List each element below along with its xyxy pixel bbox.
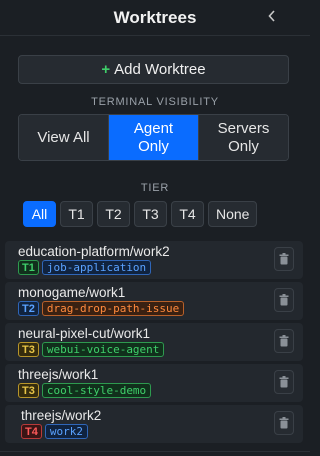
- tier-filter: All T1 T2 T3 T4 None: [23, 201, 258, 227]
- delete-worktree-button[interactable]: [274, 370, 294, 394]
- add-worktree-label: Add Worktree: [114, 61, 206, 78]
- worktree-name: monogame/work1: [18, 285, 126, 300]
- delete-worktree-button[interactable]: [274, 247, 294, 271]
- trash-icon: [279, 417, 289, 429]
- worktree-item[interactable]: neural-pixel-cut/work1 T3 webui-voice-ag…: [5, 323, 303, 361]
- worktree-item[interactable]: threejs/work1 T3 cool-style-demo: [5, 364, 303, 402]
- delete-worktree-button[interactable]: [274, 411, 294, 435]
- branch-badge: job-application: [41, 260, 152, 275]
- tier-t1-button[interactable]: T1: [60, 201, 93, 227]
- delete-worktree-button[interactable]: [274, 329, 294, 353]
- divider: [0, 451, 310, 452]
- worktree-item[interactable]: education-platform/work2 T1 job-applicat…: [5, 241, 303, 279]
- branch-badge: drag-drop-path-issue: [41, 301, 185, 316]
- sidebar-header: Worktrees: [0, 0, 310, 36]
- worktree-item[interactable]: monogame/work1 T2 drag-drop-path-issue: [5, 282, 303, 320]
- worktree-name: threejs/work2: [21, 408, 102, 423]
- terminal-visibility-toggle: View All Agent Only Servers Only: [18, 114, 289, 161]
- servers-only-button[interactable]: Servers Only: [199, 115, 288, 160]
- worktree-list: education-platform/work2 T1 job-applicat…: [5, 241, 303, 446]
- add-worktree-button[interactable]: + Add Worktree: [18, 55, 289, 84]
- tier-t3-button[interactable]: T3: [134, 201, 167, 227]
- collapse-button[interactable]: [264, 6, 280, 26]
- trash-icon: [279, 376, 289, 388]
- page-title: Worktrees: [113, 7, 197, 27]
- branch-badge: cool-style-demo: [41, 383, 152, 398]
- trash-icon: [279, 253, 289, 265]
- tier-badge: T4: [21, 424, 42, 439]
- tier-badge: T3: [18, 383, 39, 398]
- terminal-visibility-label: TERMINAL VISIBILITY: [91, 96, 219, 108]
- agent-only-button[interactable]: Agent Only: [109, 115, 199, 160]
- tier-none-button[interactable]: None: [208, 201, 258, 227]
- view-all-button[interactable]: View All: [19, 115, 109, 160]
- delete-worktree-button[interactable]: [274, 288, 294, 312]
- branch-badge: work2: [44, 424, 88, 439]
- chevron-left-icon: [268, 10, 275, 22]
- worktree-name: education-platform/work2: [18, 244, 170, 259]
- tier-badge: T2: [18, 301, 39, 316]
- plus-icon: +: [101, 61, 111, 78]
- branch-badge: webui-voice-agent: [41, 342, 165, 357]
- worktree-name: threejs/work1: [18, 367, 99, 382]
- tier-t4-button[interactable]: T4: [171, 201, 204, 227]
- tier-t2-button[interactable]: T2: [97, 201, 130, 227]
- tier-badge: T3: [18, 342, 39, 357]
- worktree-item[interactable]: threejs/work2 T4 work2: [5, 405, 303, 443]
- tier-badge: T1: [18, 260, 39, 275]
- worktree-name: neural-pixel-cut/work1: [18, 326, 151, 341]
- trash-icon: [279, 294, 289, 306]
- tier-all-button[interactable]: All: [23, 201, 56, 227]
- tier-label: TIER: [140, 182, 170, 194]
- trash-icon: [279, 335, 289, 347]
